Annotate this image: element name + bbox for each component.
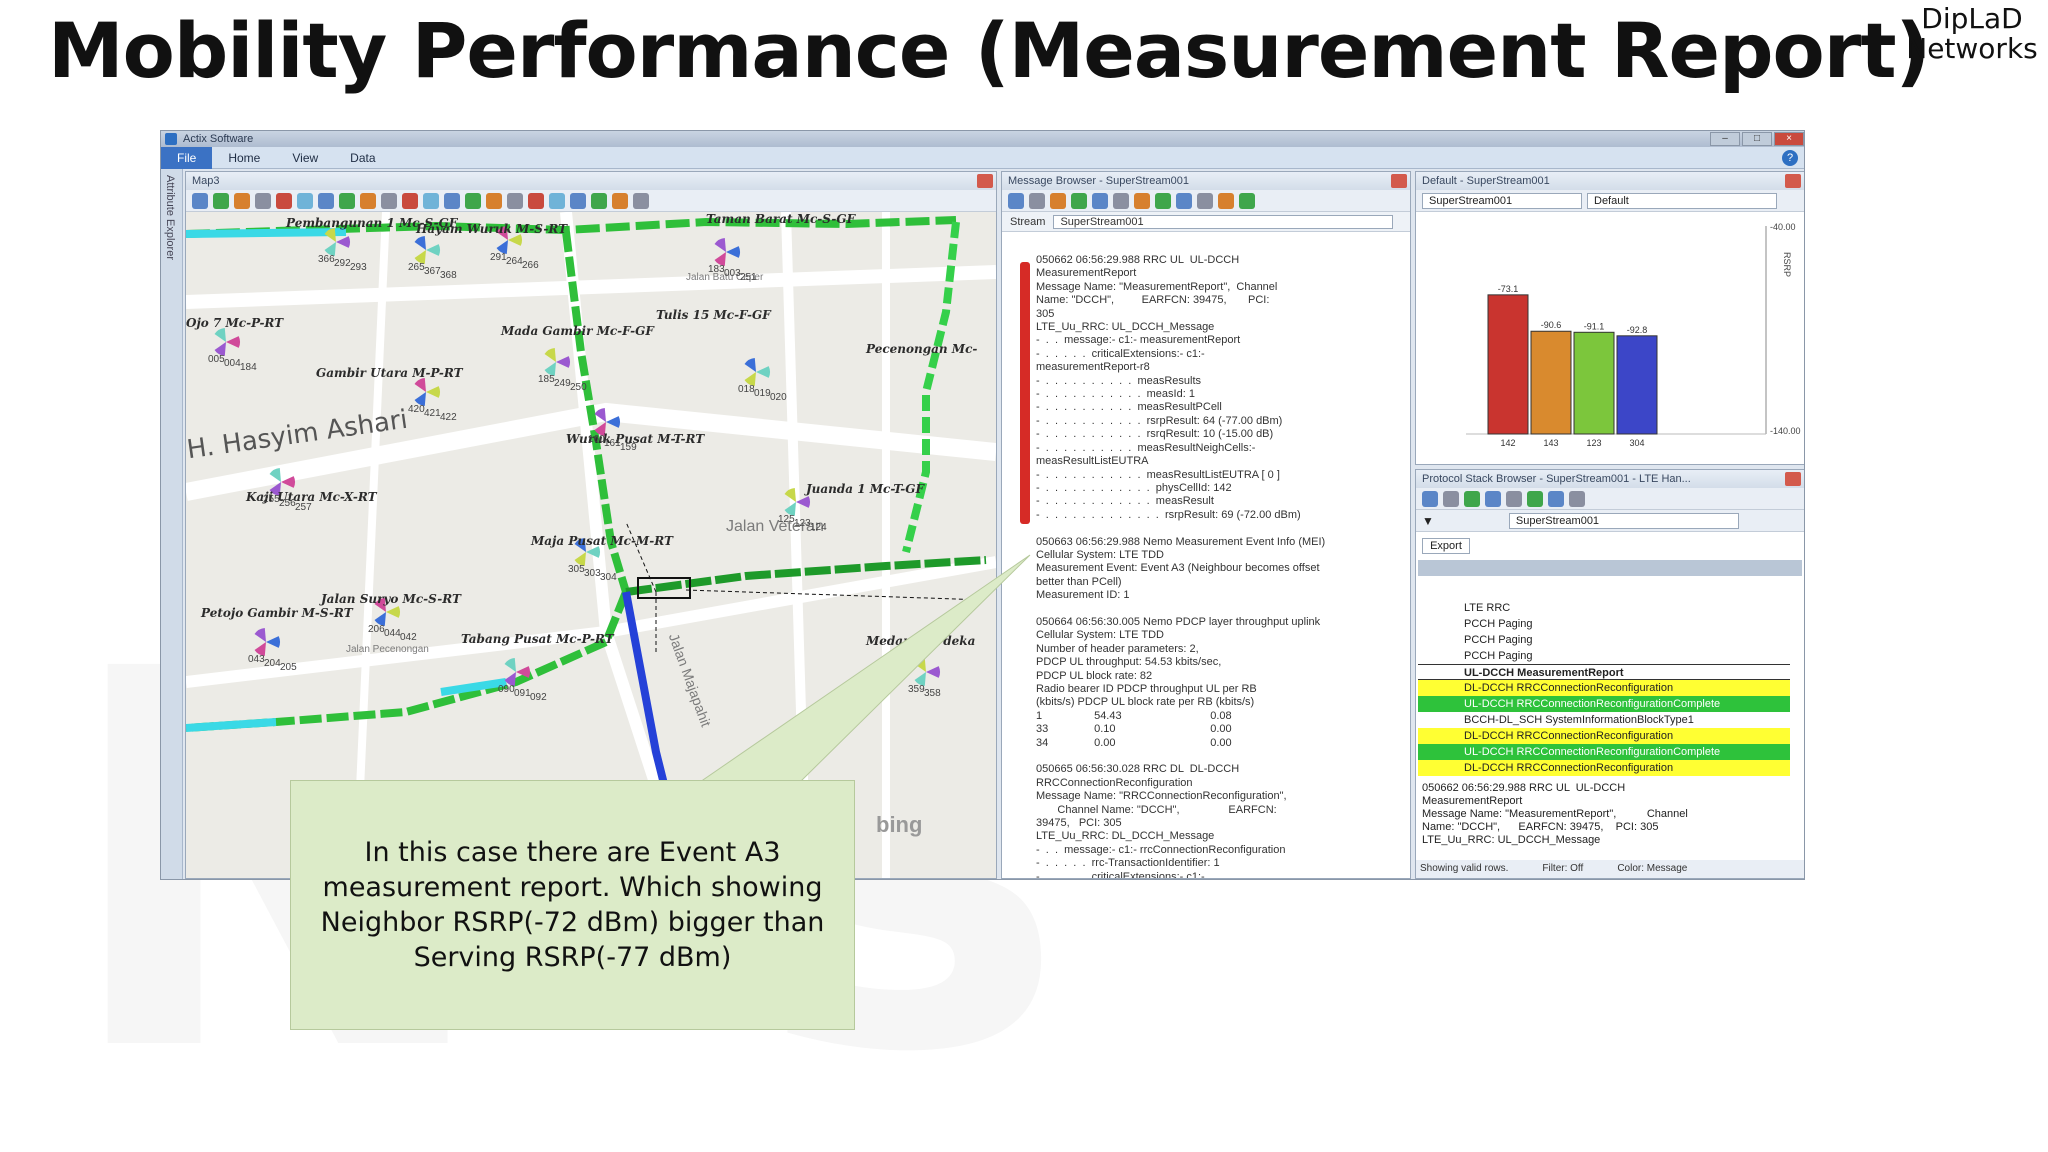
- callout-pointer: [698, 554, 1031, 783]
- annotation-callout: In this case there are Event A3 measurem…: [290, 780, 855, 1030]
- callout-text: In this case there are Event A3 measurem…: [320, 837, 825, 973]
